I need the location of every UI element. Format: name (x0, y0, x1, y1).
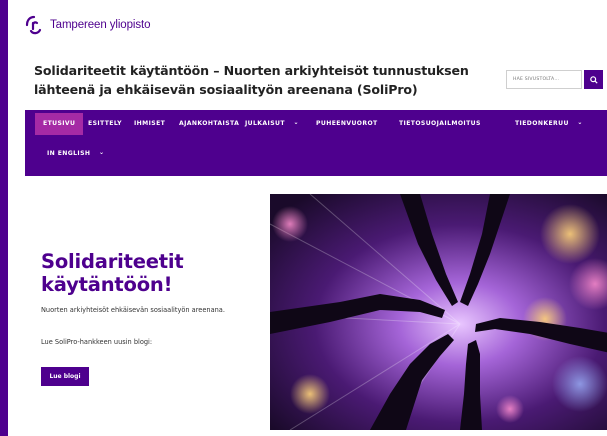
nav-item-label: AJANKOHTAISTA (179, 120, 240, 127)
nav-item-tietosuojailmoitus[interactable]: TIETOSUOJAILMOITUS (391, 113, 489, 135)
nav-item-in-english[interactable]: IN ENGLISH ⌄ (39, 143, 112, 165)
nav-item-label: IHMISET (134, 120, 166, 127)
university-logo-icon (24, 14, 46, 36)
university-logo[interactable]: Tampereen yliopisto (24, 12, 150, 38)
nav-item-label: ETUSIVU (43, 120, 76, 127)
hero-title: Solidariteetit käytäntöön! (41, 250, 184, 296)
main-navigation: ETUSIVU ESITTELY IHMISET AJANKOHTAISTA J… (25, 110, 607, 176)
search-button[interactable] (584, 70, 603, 89)
chevron-down-icon: ⌄ (293, 119, 299, 126)
nav-item-esittely[interactable]: ESITTELY (80, 113, 130, 135)
page: Tampereen yliopisto Solidariteetit käytä… (8, 0, 607, 436)
nav-item-etusivu[interactable]: ETUSIVU (35, 113, 84, 135)
nav-item-label: ESITTELY (88, 120, 122, 127)
site-title[interactable]: Solidariteetit käytäntöön – Nuorten arki… (34, 61, 474, 99)
hero-blog-intro: Lue SoliPro-hankkeen uusin blogi: (41, 338, 153, 346)
university-logo-text: Tampereen yliopisto (50, 19, 151, 31)
nav-item-julkaisut[interactable]: JULKAISUT ⌄ (237, 113, 307, 135)
nav-item-label: TIETOSUOJAILMOITUS (399, 120, 481, 127)
hero-subtitle: Nuorten arkiyhteisöt ehkäisevän sosiaali… (41, 306, 225, 314)
chevron-down-icon: ⌄ (98, 149, 105, 156)
hero-image (270, 194, 607, 430)
nav-item-ajankohtaista[interactable]: AJANKOHTAISTA (171, 113, 247, 135)
search-icon (589, 75, 598, 84)
search-input[interactable]: HAE SIVUSTOLTA… (506, 70, 582, 89)
nav-item-label: PUHEENVUOROT (316, 120, 378, 127)
nav-item-label: TIEDONKERUU (515, 120, 569, 127)
nav-item-label: IN ENGLISH (47, 150, 91, 157)
nav-item-tiedonkeruu[interactable]: TIEDONKERUU ⌄ (507, 113, 591, 135)
nav-item-ihmiset[interactable]: IHMISET (126, 113, 173, 135)
read-blog-button[interactable]: Lue blogi (41, 367, 89, 386)
nav-item-label: JULKAISUT (245, 120, 285, 127)
chevron-down-icon: ⌄ (577, 119, 583, 126)
nav-item-puheenvuorot[interactable]: PUHEENVUOROT (308, 113, 386, 135)
